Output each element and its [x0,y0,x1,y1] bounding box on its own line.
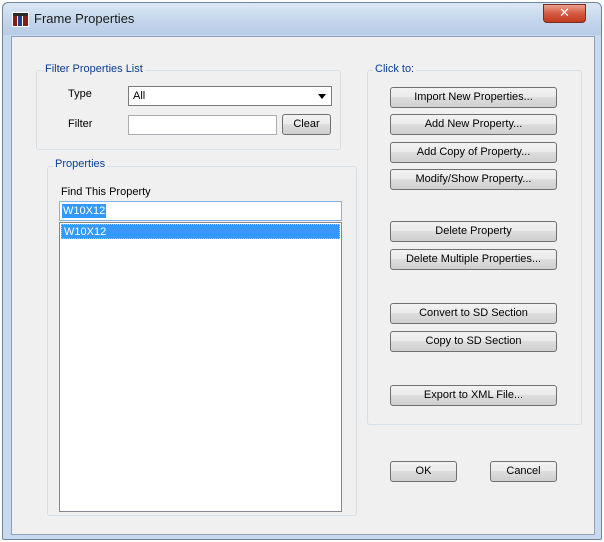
copy-to-sd-section-button[interactable]: Copy to SD Section [390,331,557,352]
ok-button[interactable]: OK [390,461,457,482]
filter-label: Filter [68,118,93,130]
add-copy-of-property-button[interactable]: Add Copy of Property... [390,142,557,163]
delete-property-button[interactable]: Delete Property [390,221,557,242]
delete-multiple-properties-button[interactable]: Delete Multiple Properties... [390,249,557,270]
frame-properties-app-icon [12,12,29,27]
type-dropdown[interactable]: All [128,86,332,106]
filter-input[interactable] [128,115,277,135]
title-bar[interactable]: Frame Properties ✕ [3,3,601,35]
find-property-value: W10X12 [62,204,107,218]
chevron-down-icon [318,94,326,99]
list-item[interactable]: W10X12 [61,224,340,239]
cancel-button[interactable]: Cancel [490,461,557,482]
close-button[interactable]: ✕ [543,4,586,23]
properties-listbox[interactable]: W10X12 [59,222,342,512]
frame-properties-dialog: Frame Properties ✕ Filter Properties Lis… [2,2,602,540]
add-new-property-button[interactable]: Add New Property... [390,114,557,135]
window-title: Frame Properties [34,11,135,26]
modify-show-property-button[interactable]: Modify/Show Property... [390,169,557,190]
find-property-label: Find This Property [61,186,151,198]
filter-properties-group-label: Filter Properties List [43,63,145,75]
import-new-properties-button[interactable]: Import New Properties... [390,87,557,108]
clear-button[interactable]: Clear [282,114,331,135]
filter-properties-group [36,70,341,150]
find-property-input[interactable]: W10X12 [59,201,342,221]
convert-to-sd-section-button[interactable]: Convert to SD Section [390,303,557,324]
export-to-xml-file-button[interactable]: Export to XML File... [390,385,557,406]
dialog-body: Filter Properties List Type All Filter C… [11,36,595,535]
close-icon: ✕ [559,6,570,21]
type-label: Type [68,88,92,100]
type-dropdown-value: All [133,90,146,102]
click-to-group-label: Click to: [373,63,417,75]
properties-group-label: Properties [53,158,108,170]
